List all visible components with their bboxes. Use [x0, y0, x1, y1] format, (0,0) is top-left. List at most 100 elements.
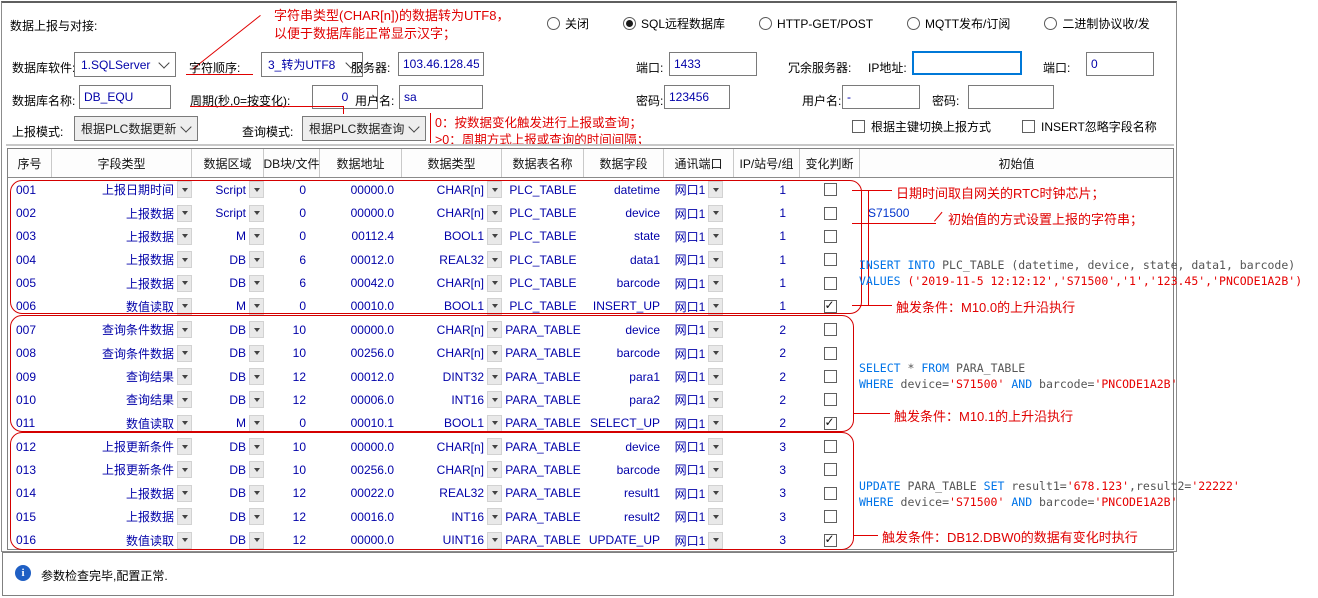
- cycle-underline: [190, 106, 344, 107]
- username2-input[interactable]: [842, 85, 920, 109]
- protocol-radio-1[interactable]: SQL远程数据库: [623, 15, 725, 32]
- protocol-radio-label: SQL远程数据库: [641, 15, 725, 32]
- sql-segment-kw: WHERE: [859, 377, 901, 391]
- password2-input[interactable]: [968, 85, 1054, 109]
- radio-icon[interactable]: [547, 17, 560, 30]
- charset-annotation: 字符串类型(CHAR[n])的数据转为UTF8， 以便于数据库能正常显示汉字；: [274, 7, 509, 43]
- sql-segment-id: result1=: [1011, 479, 1066, 493]
- password2-label: 密码:: [932, 92, 959, 109]
- column-header-2: 数据区域: [192, 149, 264, 177]
- password-input[interactable]: [664, 85, 730, 109]
- sql-update-annotation: UPDATE PARA_TABLE SET result1='678.123',…: [859, 478, 1240, 510]
- sql-segment-kw: WHERE: [859, 495, 901, 509]
- radio-icon[interactable]: [907, 17, 920, 30]
- sql-segment-kw: FROM: [921, 361, 956, 375]
- redundant-port-input[interactable]: [1086, 52, 1154, 76]
- query-mode-select[interactable]: 根据PLC数据查询: [302, 116, 426, 141]
- sql-segment-kw: SELECT: [859, 361, 907, 375]
- sql-line: SELECT * FROM PARA_TABLE: [859, 360, 1178, 376]
- cell-init-value: [860, 225, 1173, 248]
- db-software-select[interactable]: 1.SQLServer: [74, 52, 176, 77]
- server-input[interactable]: [398, 52, 484, 76]
- redundant-ip-label: IP地址:: [868, 59, 907, 76]
- sql-insert-annotation: INSERT INTO PLC_TABLE (datetime, device,…: [859, 257, 1302, 289]
- password-label: 密码:: [636, 92, 663, 109]
- protocol-radio-0[interactable]: 关闭: [547, 15, 589, 32]
- panel-title: 数据上报与对接:: [10, 17, 97, 34]
- report-mode-select[interactable]: 根据PLC数据更新: [74, 116, 198, 141]
- redundant-ip-input[interactable]: [912, 51, 1022, 75]
- radio-icon[interactable]: [623, 17, 636, 30]
- username2-label: 用户名:: [802, 92, 841, 109]
- sql-select-annotation: SELECT * FROM PARA_TABLEWHERE device='S7…: [859, 360, 1178, 392]
- radio-icon[interactable]: [759, 17, 772, 30]
- username-input[interactable]: [399, 85, 483, 109]
- column-header-6: 数据表名称: [502, 149, 584, 177]
- info-icon: i: [15, 565, 31, 581]
- username-label: 用户名:: [355, 92, 394, 109]
- trigger1-tick: [852, 305, 892, 306]
- port-label: 端口:: [636, 59, 663, 76]
- column-header-8: 通讯端口: [664, 149, 734, 177]
- sql-segment-id: barcode=: [1032, 495, 1094, 509]
- report-mode-label: 上报模式:: [12, 123, 63, 140]
- protocol-radio-label: 关闭: [565, 15, 589, 32]
- protocol-radio-group: 关闭 SQL远程数据库 HTTP-GET/POST MQTT发布/订阅 二进制协议收/发: [547, 15, 1150, 32]
- group2-outline: [10, 315, 854, 432]
- protocol-radio-2[interactable]: HTTP-GET/POST: [759, 17, 873, 31]
- insert-ignore-checkbox-item[interactable]: INSERT忽略字段名称: [1022, 118, 1157, 135]
- group3-outline: [10, 432, 854, 550]
- chevron-down-icon: [180, 121, 191, 132]
- primary-key-checkbox-item[interactable]: 根据主键切换上报方式: [852, 118, 991, 135]
- db-name-input[interactable]: [79, 85, 171, 109]
- sql-segment-str: ('2019-11-5 12:12:12','S71500','1','123.…: [907, 274, 1302, 288]
- column-header-5: 数据类型: [402, 149, 502, 177]
- sql-segment-id: PARA_TABLE: [907, 479, 983, 493]
- sql-segment-id: device=: [901, 377, 949, 391]
- column-header-9: IP/站号/组: [734, 149, 800, 177]
- rtc-note-tick: [852, 190, 892, 191]
- insert-ignore-checkbox[interactable]: [1022, 120, 1035, 133]
- radio-icon[interactable]: [1044, 17, 1057, 30]
- sql-line: INSERT INTO PLC_TABLE (datetime, device,…: [859, 257, 1302, 273]
- report-mode-value: 根据PLC数据更新: [81, 120, 176, 137]
- init-value-underline: [852, 223, 936, 224]
- column-header-11: 初始值: [860, 149, 1173, 177]
- port-input[interactable]: [669, 52, 757, 76]
- protocol-radio-4[interactable]: 二进制协议收/发: [1044, 15, 1149, 32]
- status-message: 参数检查完毕,配置正常.: [41, 567, 168, 584]
- protocol-radio-label: MQTT发布/订阅: [925, 15, 1010, 32]
- redundant-server-label: 冗余服务器:: [788, 59, 851, 76]
- section-divider: [6, 144, 1174, 146]
- db-software-value: 1.SQLServer: [81, 58, 150, 72]
- column-header-1: 字段类型: [52, 149, 192, 177]
- charset-annotation-line1: 字符串类型(CHAR[n])的数据转为UTF8，: [274, 7, 509, 25]
- chevron-down-icon: [408, 121, 419, 132]
- db-name-label: 数据库名称:: [12, 92, 75, 109]
- sql-segment-id: PLC_TABLE (datetime, device, state, data…: [942, 258, 1295, 272]
- trigger3-note: 触发条件：DB12.DBW0的数据有变化时执行: [882, 527, 1138, 546]
- sql-line: VALUES ('2019-11-5 12:12:12','S71500','1…: [859, 273, 1302, 289]
- init-note: 初始值的方式设置上报的字符串；: [948, 209, 1143, 228]
- group1-outline: [10, 180, 862, 314]
- sql-segment-kw: AND: [1011, 377, 1032, 391]
- charset-order-select[interactable]: 3_转为UTF8: [261, 52, 363, 77]
- sql-segment-kw: VALUES: [859, 274, 907, 288]
- sql-segment-str: 'PNCODE1A2B': [1094, 495, 1177, 509]
- sql-segment-id: PARA_TABLE: [956, 361, 1025, 375]
- column-header-0: 序号: [8, 149, 52, 177]
- primary-key-checkbox[interactable]: [852, 120, 865, 133]
- protocol-radio-3[interactable]: MQTT发布/订阅: [907, 15, 1010, 32]
- rtc-note: 日期时间取自网关的RTC时钟芯片；: [896, 183, 1104, 202]
- sql-segment-kw: AND: [1011, 495, 1032, 509]
- column-header-4: 数据地址: [320, 149, 402, 177]
- sql-segment-str: 'S71500': [949, 495, 1004, 509]
- charset-order-underline: [186, 74, 253, 75]
- sql-line: WHERE device='S71500' AND barcode='PNCOD…: [859, 376, 1178, 392]
- column-header-10: 变化判断: [800, 149, 860, 177]
- config-panel: 数据上报与对接: 字符串类型(CHAR[n])的数据转为UTF8， 以便于数据库…: [1, 1, 1177, 552]
- status-bar: i 参数检查完毕,配置正常.: [2, 552, 1174, 596]
- sql-segment-id: *: [907, 361, 921, 375]
- mode-note-bracket: [430, 113, 431, 143]
- gateway-data-report-window: 数据上报与对接: 字符串类型(CHAR[n])的数据转为UTF8， 以便于数据库…: [0, 0, 1318, 598]
